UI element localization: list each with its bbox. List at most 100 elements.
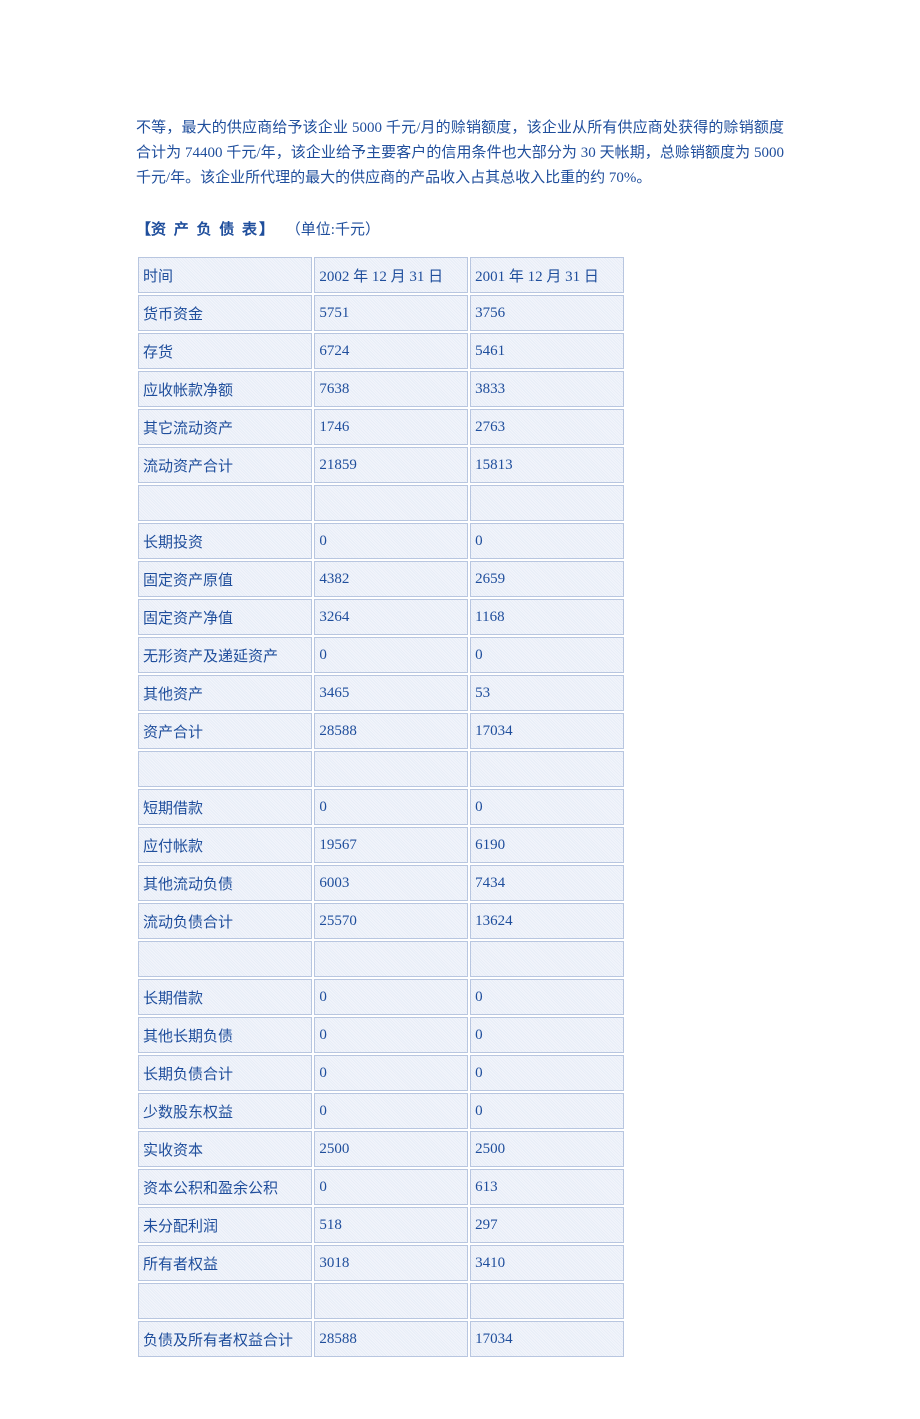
table-row: 流动资产合计2185915813 (138, 447, 624, 483)
row-value-2002: 1746 (314, 409, 468, 445)
row-value-2002: 0 (314, 637, 468, 673)
bracket-open: 【 (136, 222, 151, 238)
table-row (138, 941, 624, 977)
table-title-text: 资 产 负 债 表 (151, 222, 259, 238)
row-label: 实收资本 (138, 1131, 312, 1167)
table-row: 存货67245461 (138, 333, 624, 369)
row-value-2002: 0 (314, 1169, 468, 1205)
table-row (138, 751, 624, 787)
row-label: 未分配利润 (138, 1207, 312, 1243)
spacer-cell (470, 751, 624, 787)
row-value-2001: 7434 (470, 865, 624, 901)
row-value-2001: 15813 (470, 447, 624, 483)
row-value-2001: 0 (470, 1093, 624, 1129)
row-label: 应付帐款 (138, 827, 312, 863)
row-label: 固定资产原值 (138, 561, 312, 597)
row-label: 其它流动资产 (138, 409, 312, 445)
table-row: 其它流动资产17462763 (138, 409, 624, 445)
spacer-cell (138, 751, 312, 787)
row-value-2001: 2500 (470, 1131, 624, 1167)
row-value-2002: 6003 (314, 865, 468, 901)
row-label: 负债及所有者权益合计 (138, 1321, 312, 1357)
balance-sheet-table: 时间 2002 年 12 月 31 日 2001 年 12 月 31 日 货币资… (136, 255, 626, 1359)
table-row: 短期借款00 (138, 789, 624, 825)
row-label: 其他长期负债 (138, 1017, 312, 1053)
row-value-2001: 53 (470, 675, 624, 711)
row-value-2002: 6724 (314, 333, 468, 369)
table-row: 无形资产及递延资产00 (138, 637, 624, 673)
row-label: 固定资产净值 (138, 599, 312, 635)
table-row: 资产合计2858817034 (138, 713, 624, 749)
table-title: 【资 产 负 债 表】 （单位:千元） (136, 218, 784, 239)
row-value-2002: 3465 (314, 675, 468, 711)
header-col2: 2001 年 12 月 31 日 (470, 257, 624, 293)
row-label: 无形资产及递延资产 (138, 637, 312, 673)
table-row: 长期负债合计00 (138, 1055, 624, 1091)
row-label: 流动资产合计 (138, 447, 312, 483)
header-col1: 2002 年 12 月 31 日 (314, 257, 468, 293)
table-row: 其他流动负债60037434 (138, 865, 624, 901)
row-value-2002: 19567 (314, 827, 468, 863)
spacer-cell (314, 485, 468, 521)
table-row: 应付帐款195676190 (138, 827, 624, 863)
row-label: 存货 (138, 333, 312, 369)
row-value-2001: 0 (470, 789, 624, 825)
row-value-2002: 4382 (314, 561, 468, 597)
spacer-cell (470, 485, 624, 521)
page-content: 不等，最大的供应商给予该企业 5000 千元/月的赊销额度，该企业从所有供应商处… (0, 0, 920, 1419)
row-value-2001: 297 (470, 1207, 624, 1243)
row-label: 资本公积和盈余公积 (138, 1169, 312, 1205)
table-row: 货币资金57513756 (138, 295, 624, 331)
row-value-2002: 3018 (314, 1245, 468, 1281)
row-label: 长期投资 (138, 523, 312, 559)
row-label: 短期借款 (138, 789, 312, 825)
table-row: 负债及所有者权益合计2858817034 (138, 1321, 624, 1357)
table-row: 少数股东权益00 (138, 1093, 624, 1129)
row-value-2001: 17034 (470, 713, 624, 749)
row-value-2002: 7638 (314, 371, 468, 407)
row-value-2002: 25570 (314, 903, 468, 939)
table-unit: （单位:千元） (286, 222, 380, 238)
row-value-2002: 0 (314, 979, 468, 1015)
row-value-2002: 0 (314, 1093, 468, 1129)
row-label: 资产合计 (138, 713, 312, 749)
row-value-2002: 3264 (314, 599, 468, 635)
row-label: 长期负债合计 (138, 1055, 312, 1091)
row-value-2002: 28588 (314, 1321, 468, 1357)
table-row: 应收帐款净额76383833 (138, 371, 624, 407)
table-row: 所有者权益30183410 (138, 1245, 624, 1281)
row-value-2002: 28588 (314, 713, 468, 749)
row-value-2001: 0 (470, 637, 624, 673)
table-row (138, 485, 624, 521)
row-value-2001: 2763 (470, 409, 624, 445)
table-row: 资本公积和盈余公积0613 (138, 1169, 624, 1205)
spacer-cell (138, 485, 312, 521)
table-row: 其他资产346553 (138, 675, 624, 711)
row-label: 货币资金 (138, 295, 312, 331)
row-label: 长期借款 (138, 979, 312, 1015)
table-body: 时间 2002 年 12 月 31 日 2001 年 12 月 31 日 货币资… (138, 257, 624, 1357)
row-value-2001: 3833 (470, 371, 624, 407)
table-row: 固定资产原值43822659 (138, 561, 624, 597)
row-value-2001: 0 (470, 523, 624, 559)
table-row: 流动负债合计2557013624 (138, 903, 624, 939)
row-value-2001: 0 (470, 1055, 624, 1091)
table-row: 其他长期负债00 (138, 1017, 624, 1053)
spacer-cell (470, 941, 624, 977)
row-value-2002: 0 (314, 523, 468, 559)
row-value-2001: 3756 (470, 295, 624, 331)
row-label: 流动负债合计 (138, 903, 312, 939)
row-value-2001: 17034 (470, 1321, 624, 1357)
intro-paragraph: 不等，最大的供应商给予该企业 5000 千元/月的赊销额度，该企业从所有供应商处… (136, 116, 784, 190)
bracket-close: 】 (259, 222, 274, 238)
spacer-cell (314, 941, 468, 977)
row-value-2002: 518 (314, 1207, 468, 1243)
row-value-2001: 0 (470, 1017, 624, 1053)
spacer-cell (314, 1283, 468, 1319)
row-value-2001: 613 (470, 1169, 624, 1205)
row-value-2002: 2500 (314, 1131, 468, 1167)
table-row: 未分配利润518297 (138, 1207, 624, 1243)
row-value-2001: 13624 (470, 903, 624, 939)
row-value-2001: 5461 (470, 333, 624, 369)
row-value-2001: 1168 (470, 599, 624, 635)
